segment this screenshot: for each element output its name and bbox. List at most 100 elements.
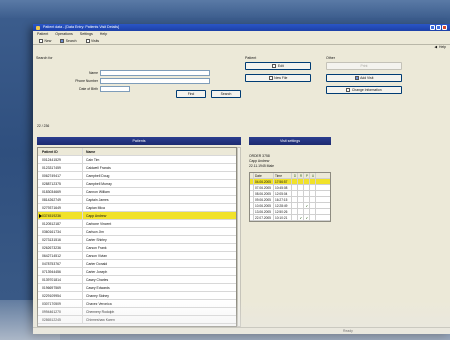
visits-toolbar-button[interactable]: Visits — [83, 38, 103, 44]
patient-row[interactable]: 0279371649 Capian Mica — [38, 204, 236, 212]
change-info-button[interactable]: Change Information — [326, 86, 402, 94]
patient-panel: Patient Edit New File — [245, 56, 319, 106]
patient-name-cell: Carlson Jim — [86, 230, 104, 234]
visit-date-cell: 10.06.2005 — [254, 203, 274, 208]
col-date[interactable]: Date — [254, 173, 274, 178]
patient-row[interactable]: 0183034669 Cannon William — [38, 188, 236, 196]
col-flag-u: U — [311, 173, 316, 178]
visit-time-cell: 17:56:57 — [274, 179, 292, 184]
search-panel-title: Search for — [36, 56, 53, 60]
minimize-button[interactable] — [430, 25, 435, 30]
other-panel: Other Print Add Visit Change Information — [326, 56, 406, 116]
patient-id-cell: 0286512245 — [38, 316, 83, 323]
edit-icon — [272, 64, 277, 68]
patient-row[interactable]: 0123317459 Caldwell Francis — [38, 164, 236, 172]
patient-id-cell: 0012441529 — [38, 156, 83, 163]
visit-time-cell: 10:45:08 — [274, 185, 292, 190]
window-title: Patient data - [Data Entry: Patients Vis… — [43, 25, 120, 29]
search-button[interactable]: Search — [211, 90, 241, 98]
visit-flag-cell[interactable] — [310, 179, 316, 184]
patient-row[interactable]: 0062749417 Campbell Doug — [38, 172, 236, 180]
patient-name-cell: Cain Tim — [86, 158, 100, 162]
edit-button[interactable]: Edit — [245, 62, 311, 70]
patient-name-cell: Casey Edwards — [86, 286, 110, 290]
patient-name-cell: Campbell Murray — [86, 182, 112, 186]
patient-id-cell: 0062749417 — [38, 172, 83, 179]
patient-row[interactable]: 0262673236 Carson Frank — [38, 244, 236, 252]
visit-flag-cell[interactable] — [310, 185, 316, 190]
menu-help[interactable]: Help — [100, 31, 107, 37]
name-input[interactable] — [100, 70, 210, 76]
visit-time-cell: 12:28:49 — [274, 203, 292, 208]
visit-flag-cell[interactable] — [310, 197, 316, 202]
patient-panel-title: Patient — [245, 56, 257, 60]
menu-operations[interactable]: Operations — [55, 31, 73, 37]
patients-scrollbar[interactable] — [237, 147, 241, 327]
col-patient-id[interactable]: Patient ID — [38, 148, 83, 155]
visit-info: ORDER 3758 Capp Andrew 22.11.1945 Male — [249, 154, 274, 169]
patient-row[interactable]: 0229109954 Chaney Sidney — [38, 292, 236, 300]
patient-row[interactable]: 0120512187 Carbone Vincent — [38, 220, 236, 228]
search-panel: Search for Name Phone Number Date of Bir… — [36, 56, 246, 118]
visit-date-cell: 22.07.2005 — [254, 215, 274, 220]
patient-row[interactable]: 0814262749 Captain James — [38, 196, 236, 204]
date-label: Date of Birth — [79, 87, 98, 91]
date-input[interactable] — [100, 86, 130, 92]
patient-row[interactable]: 0012441529 Cain Tim — [38, 156, 236, 164]
menu-settings[interactable]: Settings — [80, 31, 93, 37]
patient-id-cell: 0196697569 — [38, 284, 83, 291]
patient-name-cell: Chirmeshaw Karen — [86, 318, 115, 322]
patient-row[interactable]: 0713944456 Carter Joseph — [38, 268, 236, 276]
patient-row[interactable]: 0994461270 Chennery Rodolph — [38, 308, 236, 316]
patient-row[interactable]: 0307170509 Chavez Veronica — [38, 300, 236, 308]
patient-name-cell: Caldwell Francis — [86, 166, 111, 170]
find-button[interactable]: Find — [176, 90, 206, 98]
record-count: 22 / 236 — [37, 124, 50, 128]
patient-name-cell: Cannon William — [86, 190, 110, 194]
print-button[interactable]: Print — [326, 62, 402, 70]
visit-flag-cell[interactable] — [310, 209, 316, 214]
visit-time-cell: 10:10:21 — [274, 215, 292, 220]
visit-row[interactable]: 22.07.2005 10:10:21 ✔ ✔ — [250, 215, 330, 221]
visit-flag-cell[interactable] — [310, 215, 316, 220]
patient-name-cell: Carter Joseph — [86, 270, 108, 274]
patient-row[interactable]: 0288712375 Campbell Murray — [38, 180, 236, 188]
visit-flag-cell[interactable] — [310, 191, 316, 196]
help-icon: ◀ — [434, 45, 438, 49]
visits-table: Date Time D R P U 04.06.2005 17:56:57 07.0… — [249, 172, 331, 222]
visit-date-cell: 13.06.2005 — [254, 209, 274, 214]
menu-patient[interactable]: Patient — [37, 31, 48, 37]
phone-input[interactable] — [100, 78, 210, 84]
patient-name-cell: Carson Vivian — [86, 254, 108, 258]
col-time[interactable]: Time — [274, 173, 292, 178]
patient-row[interactable]: 0286512245 Chirmeshaw Karen — [38, 316, 236, 324]
info-icon — [346, 88, 351, 92]
patient-row[interactable]: 0196697569 Casey Edwards — [38, 284, 236, 292]
col-name[interactable]: Name — [83, 148, 236, 155]
help-toolbar-button[interactable]: ◀ Help — [434, 45, 446, 49]
search-toolbar-button[interactable]: Search — [57, 38, 79, 44]
patient-row[interactable]: 0642714512 Carson Vivian — [38, 252, 236, 260]
new-button[interactable]: New — [36, 38, 54, 44]
maximize-button[interactable] — [436, 25, 441, 30]
patient-id-cell: 0279371649 — [38, 204, 83, 211]
patient-row[interactable]: 0139701814 Casey Charles — [38, 276, 236, 284]
patient-row[interactable]: 0360161734 Carlson Jim — [38, 228, 236, 236]
patient-name-cell: Captain James — [86, 198, 109, 202]
visit-date-cell: 04.06.2005 — [254, 179, 274, 184]
patient-row[interactable]: 0374519236 Capp Andrew — [38, 212, 236, 220]
other-panel-title: Other — [326, 56, 335, 60]
patient-id-cell: 0478753767 — [38, 260, 83, 267]
patient-row[interactable]: 0273131516 Carter Shirley — [38, 236, 236, 244]
patient-name-cell: Chaney Sidney — [86, 294, 109, 298]
close-button[interactable] — [442, 25, 447, 30]
status-bar: Ready — [33, 327, 450, 334]
row-selector-icon — [38, 214, 42, 218]
status-text: Ready — [343, 329, 353, 333]
visit-flag-cell[interactable] — [310, 203, 316, 208]
patient-row[interactable]: 0478753767 Carter Donald — [38, 260, 236, 268]
title-bar[interactable]: Patient data - [Data Entry: Patients Vis… — [33, 24, 450, 31]
add-visit-button[interactable]: Add Visit — [326, 74, 402, 82]
app-window: Patient data - [Data Entry: Patients Vis… — [33, 24, 450, 334]
new-file-button[interactable]: New File — [245, 74, 311, 82]
